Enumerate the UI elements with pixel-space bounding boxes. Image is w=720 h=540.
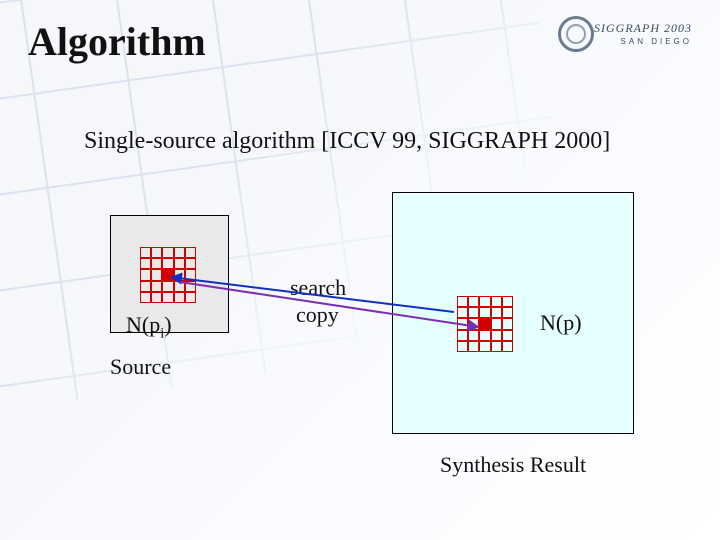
grid-cell xyxy=(468,330,479,341)
source-neighborhood-grid xyxy=(140,247,196,303)
grid-cell xyxy=(457,296,468,307)
npi-label: N(pi) xyxy=(126,312,172,342)
grid-cell xyxy=(151,281,162,292)
grid-cell xyxy=(457,330,468,341)
result-center-pixel xyxy=(480,319,490,329)
slide-title: Algorithm xyxy=(28,18,206,65)
grid-cell xyxy=(140,258,151,269)
logo-ring-icon xyxy=(558,16,594,52)
source-caption: Source xyxy=(110,354,171,380)
grid-cell xyxy=(479,341,490,352)
grid-cell xyxy=(502,330,513,341)
grid-cell xyxy=(162,292,173,303)
grid-cell xyxy=(491,307,502,318)
grid-cell xyxy=(491,318,502,329)
grid-cell xyxy=(140,292,151,303)
grid-cell xyxy=(502,296,513,307)
source-center-pixel xyxy=(163,270,173,280)
grid-cell xyxy=(457,307,468,318)
result-caption: Synthesis Result xyxy=(440,452,586,478)
grid-cell xyxy=(457,341,468,352)
grid-cell xyxy=(185,247,196,258)
grid-cell xyxy=(162,247,173,258)
grid-cell xyxy=(174,292,185,303)
grid-cell xyxy=(185,281,196,292)
grid-cell xyxy=(479,330,490,341)
grid-cell xyxy=(140,247,151,258)
grid-cell xyxy=(151,258,162,269)
grid-cell xyxy=(491,296,502,307)
grid-cell xyxy=(491,341,502,352)
siggraph-logo: SIGGRAPH 2003 SAN DIEGO xyxy=(562,14,692,62)
grid-cell xyxy=(174,281,185,292)
grid-cell xyxy=(162,258,173,269)
grid-cell xyxy=(468,296,479,307)
grid-cell xyxy=(185,258,196,269)
grid-cell xyxy=(468,341,479,352)
grid-cell xyxy=(491,330,502,341)
result-neighborhood-grid xyxy=(457,296,513,352)
grid-cell xyxy=(468,307,479,318)
np-label: N(p) xyxy=(540,310,582,336)
grid-cell xyxy=(502,318,513,329)
result-box xyxy=(392,192,634,434)
logo-text-1: SIGGRAPH 2003 xyxy=(594,22,692,34)
grid-cell xyxy=(479,296,490,307)
grid-cell xyxy=(502,307,513,318)
grid-cell xyxy=(468,318,479,329)
grid-cell xyxy=(479,307,490,318)
grid-cell xyxy=(502,341,513,352)
grid-cell xyxy=(162,281,173,292)
grid-cell xyxy=(185,269,196,280)
grid-cell xyxy=(185,292,196,303)
slide: Algorithm SIGGRAPH 2003 SAN DIEGO Single… xyxy=(0,0,720,540)
logo-text-2: SAN DIEGO xyxy=(621,38,692,46)
grid-cell xyxy=(151,269,162,280)
grid-cell xyxy=(140,281,151,292)
copy-label: copy xyxy=(296,302,339,328)
grid-cell xyxy=(174,258,185,269)
grid-cell xyxy=(174,247,185,258)
grid-cell xyxy=(174,269,185,280)
search-label: search xyxy=(290,275,346,301)
subtitle: Single-source algorithm [ICCV 99, SIGGRA… xyxy=(84,128,610,155)
grid-cell xyxy=(140,269,151,280)
grid-cell xyxy=(151,247,162,258)
grid-cell xyxy=(457,318,468,329)
grid-cell xyxy=(151,292,162,303)
